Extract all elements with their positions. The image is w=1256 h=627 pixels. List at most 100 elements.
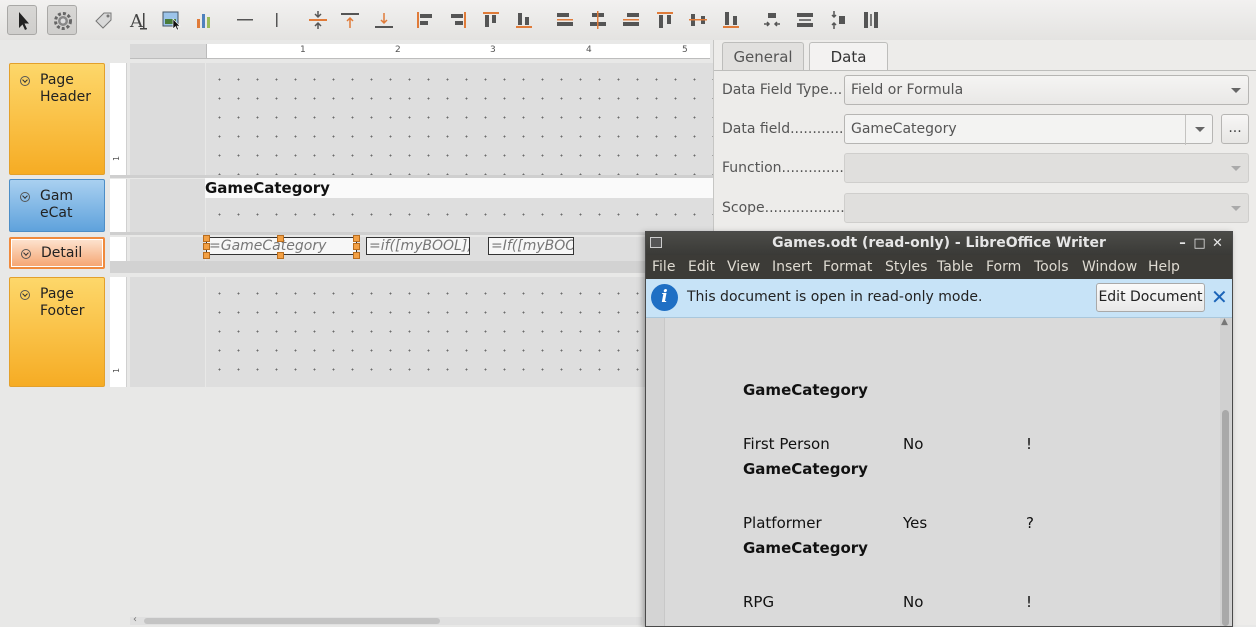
menu-format[interactable]: Format xyxy=(823,255,872,279)
menu-window[interactable]: Window xyxy=(1082,255,1137,279)
section-page-header[interactable]: Page Header xyxy=(9,63,105,175)
document-area[interactable]: GameCategory First Person No ! GameCateg… xyxy=(646,317,1232,626)
resize-handle[interactable] xyxy=(203,235,210,242)
horizontal-ruler: 1 2 3 4 5 xyxy=(130,44,710,59)
detail-field-mybool-2[interactable]: =If([myBOO xyxy=(488,237,574,255)
chart-icon[interactable] xyxy=(189,5,219,35)
resize-handle[interactable] xyxy=(277,252,284,259)
tab-general[interactable]: General xyxy=(722,42,804,71)
shrink-width-icon[interactable] xyxy=(757,5,787,35)
section-label: GameCat xyxy=(40,188,74,221)
ruler-number: 1 xyxy=(112,367,122,374)
distribute-bottom-icon[interactable] xyxy=(716,5,746,35)
align-left-icon[interactable] xyxy=(410,5,440,35)
align-center-vertical-icon[interactable] xyxy=(303,5,333,35)
resize-handle[interactable] xyxy=(353,235,360,242)
read-only-infobar: i This document is open in read-only mod… xyxy=(646,279,1232,318)
function-label: Function.............. xyxy=(722,160,844,176)
data-field-type-select[interactable]: Field or Formula xyxy=(844,75,1249,105)
menu-form[interactable]: Form xyxy=(986,255,1021,279)
vertical-line-icon[interactable] xyxy=(262,5,292,35)
close-infobar-icon[interactable]: ✕ xyxy=(1211,285,1228,309)
doc-row-name: Platformer xyxy=(743,514,822,532)
doc-row-bool: No xyxy=(903,435,924,453)
label-tag-icon[interactable] xyxy=(88,5,118,35)
align-right-icon[interactable] xyxy=(443,5,473,35)
window-titlebar[interactable]: Games.odt (read-only) - LibreOffice Writ… xyxy=(646,232,1232,255)
collapse-chevron-icon[interactable] xyxy=(20,192,30,202)
collapse-chevron-icon[interactable] xyxy=(20,76,30,86)
scrollbar-thumb[interactable] xyxy=(144,618,440,624)
section-divider[interactable] xyxy=(110,232,713,235)
chevron-down-icon[interactable] xyxy=(1231,88,1241,93)
chevron-down-icon[interactable] xyxy=(1231,206,1241,211)
detail-field-mybool[interactable]: =if([myBOOL]; xyxy=(366,237,470,255)
data-field-value[interactable]: GameCategory xyxy=(851,121,957,137)
horizontal-scrollbar[interactable]: ‹ xyxy=(130,614,642,625)
collapse-chevron-icon[interactable] xyxy=(20,290,30,300)
scope-select[interactable] xyxy=(844,193,1249,223)
equal-width-icon[interactable] xyxy=(790,5,820,35)
data-field-type-value: Field or Formula xyxy=(851,82,964,98)
ruler-number: 3 xyxy=(490,45,496,55)
distribute-right-icon[interactable] xyxy=(616,5,646,35)
maximize-button[interactable]: □ xyxy=(1191,232,1208,255)
chevron-down-icon[interactable] xyxy=(1195,127,1205,132)
section-group-header[interactable]: GameCat xyxy=(9,179,105,232)
align-top-edge-icon[interactable] xyxy=(476,5,506,35)
function-select[interactable] xyxy=(844,153,1249,183)
resize-handle[interactable] xyxy=(353,243,360,250)
horizontal-line-icon[interactable] xyxy=(230,5,260,35)
tab-data[interactable]: Data xyxy=(809,42,888,71)
menu-styles[interactable]: Styles xyxy=(885,255,927,279)
resize-handle[interactable] xyxy=(203,243,210,250)
page-footer-area[interactable] xyxy=(206,277,713,387)
resize-handle[interactable] xyxy=(203,252,210,259)
document-page[interactable]: GameCategory First Person No ! GameCateg… xyxy=(664,318,1221,626)
close-window-button[interactable]: ✕ xyxy=(1209,232,1226,255)
align-bottom-edge-icon[interactable] xyxy=(509,5,539,35)
vertical-scrollbar[interactable]: ▲ xyxy=(1220,317,1231,626)
data-field-combo[interactable]: GameCategory xyxy=(844,114,1213,145)
data-field-label: Data field............ xyxy=(722,121,844,137)
section-page-footer[interactable]: Page Footer xyxy=(9,277,105,387)
page-header-area[interactable] xyxy=(206,63,713,175)
menu-view[interactable]: View xyxy=(727,255,760,279)
align-bottom-icon[interactable] xyxy=(369,5,399,35)
distribute-middle-icon[interactable] xyxy=(683,5,713,35)
group-header-field[interactable]: GameCategory xyxy=(205,178,713,198)
distribute-left-icon[interactable] xyxy=(550,5,580,35)
scroll-left-icon[interactable]: ‹ xyxy=(133,614,137,625)
distribute-top-icon[interactable] xyxy=(650,5,680,35)
text-field-icon[interactable]: A xyxy=(124,5,154,35)
align-top-icon[interactable] xyxy=(335,5,365,35)
browse-button[interactable]: ... xyxy=(1221,114,1249,144)
menu-help[interactable]: Help xyxy=(1148,255,1180,279)
section-detail[interactable]: Detail xyxy=(9,237,105,269)
menu-tools[interactable]: Tools xyxy=(1034,255,1069,279)
chevron-down-icon[interactable] xyxy=(1231,166,1241,171)
ruler-number: 1 xyxy=(112,155,122,162)
gear-icon[interactable] xyxy=(47,5,77,35)
menu-insert[interactable]: Insert xyxy=(772,255,812,279)
collapse-chevron-icon[interactable] xyxy=(21,249,31,259)
data-field-type-label: Data Field Type... xyxy=(722,82,843,98)
info-icon: i xyxy=(651,284,678,311)
image-icon[interactable] xyxy=(157,5,187,35)
ruler-number: 4 xyxy=(586,45,592,55)
resize-handle[interactable] xyxy=(353,252,360,259)
scroll-up-icon[interactable]: ▲ xyxy=(1221,317,1228,327)
edit-document-button[interactable]: Edit Document xyxy=(1096,283,1205,312)
select-pointer-icon[interactable] xyxy=(7,5,37,35)
section-divider[interactable] xyxy=(110,261,713,273)
shrink-height-icon[interactable] xyxy=(823,5,853,35)
minimize-button[interactable]: – xyxy=(1174,232,1191,255)
resize-handle[interactable] xyxy=(277,235,284,242)
menu-table[interactable]: Table xyxy=(937,255,973,279)
distribute-center-icon[interactable] xyxy=(583,5,613,35)
equal-height-icon[interactable] xyxy=(856,5,886,35)
menu-edit[interactable]: Edit xyxy=(688,255,715,279)
doc-row-mark: ? xyxy=(1026,514,1034,532)
scrollbar-thumb[interactable] xyxy=(1222,410,1229,626)
menu-file[interactable]: File xyxy=(652,255,675,279)
